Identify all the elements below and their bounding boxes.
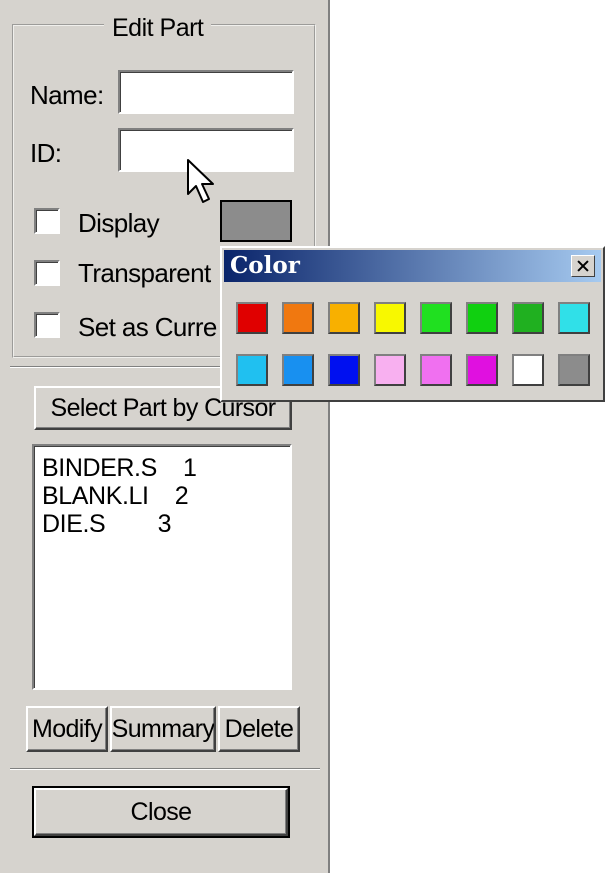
id-label: ID: — [30, 138, 62, 168]
color-swatch[interactable] — [558, 302, 590, 334]
color-swatch[interactable] — [236, 302, 268, 334]
color-swatch[interactable] — [512, 354, 544, 386]
color-swatch[interactable] — [374, 302, 406, 334]
name-field[interactable] — [118, 70, 294, 114]
color-popup: Color — [220, 246, 605, 402]
transparent-checkbox[interactable] — [34, 260, 60, 286]
color-swatch[interactable] — [236, 354, 268, 386]
list-item[interactable]: DIE.S 3 — [42, 510, 290, 538]
display-checkbox[interactable] — [34, 208, 60, 234]
parts-list[interactable]: BINDER.S 1 BLANK.LI 2 DIE.S 3 — [32, 444, 292, 690]
color-popup-title: Color — [230, 252, 300, 279]
transparent-label: Transparent — [78, 258, 211, 288]
name-label: Name: — [30, 80, 104, 110]
display-color-swatch[interactable] — [220, 200, 292, 242]
color-swatch[interactable] — [558, 354, 590, 386]
close-button[interactable]: Close — [34, 788, 288, 836]
close-icon[interactable] — [571, 255, 595, 277]
color-swatch[interactable] — [512, 302, 544, 334]
set-current-label: Set as Curre — [78, 312, 217, 342]
color-swatch[interactable] — [282, 302, 314, 334]
set-current-checkbox[interactable] — [34, 312, 60, 338]
edit-part-panel: Edit Part Name: ID: Display Transparent … — [0, 0, 330, 873]
color-popup-titlebar[interactable]: Color — [224, 250, 601, 282]
color-swatch[interactable] — [328, 302, 360, 334]
edit-part-title: Edit Part — [104, 14, 212, 43]
divider-bottom — [10, 768, 320, 770]
color-swatch[interactable] — [466, 354, 498, 386]
color-grid — [236, 302, 590, 386]
color-swatch[interactable] — [328, 354, 360, 386]
mouse-pointer-icon — [186, 158, 220, 215]
color-swatch[interactable] — [282, 354, 314, 386]
list-item[interactable]: BLANK.LI 2 — [42, 482, 290, 510]
list-item[interactable]: BINDER.S 1 — [42, 454, 290, 482]
delete-button[interactable]: Delete — [218, 706, 300, 752]
summary-button[interactable]: Summary — [110, 706, 216, 752]
color-swatch[interactable] — [466, 302, 498, 334]
color-swatch[interactable] — [374, 354, 406, 386]
close-button-focus-ring: Close — [32, 786, 290, 838]
color-swatch[interactable] — [420, 302, 452, 334]
color-swatch[interactable] — [420, 354, 452, 386]
modify-button[interactable]: Modify — [26, 706, 108, 752]
display-label: Display — [78, 208, 160, 238]
